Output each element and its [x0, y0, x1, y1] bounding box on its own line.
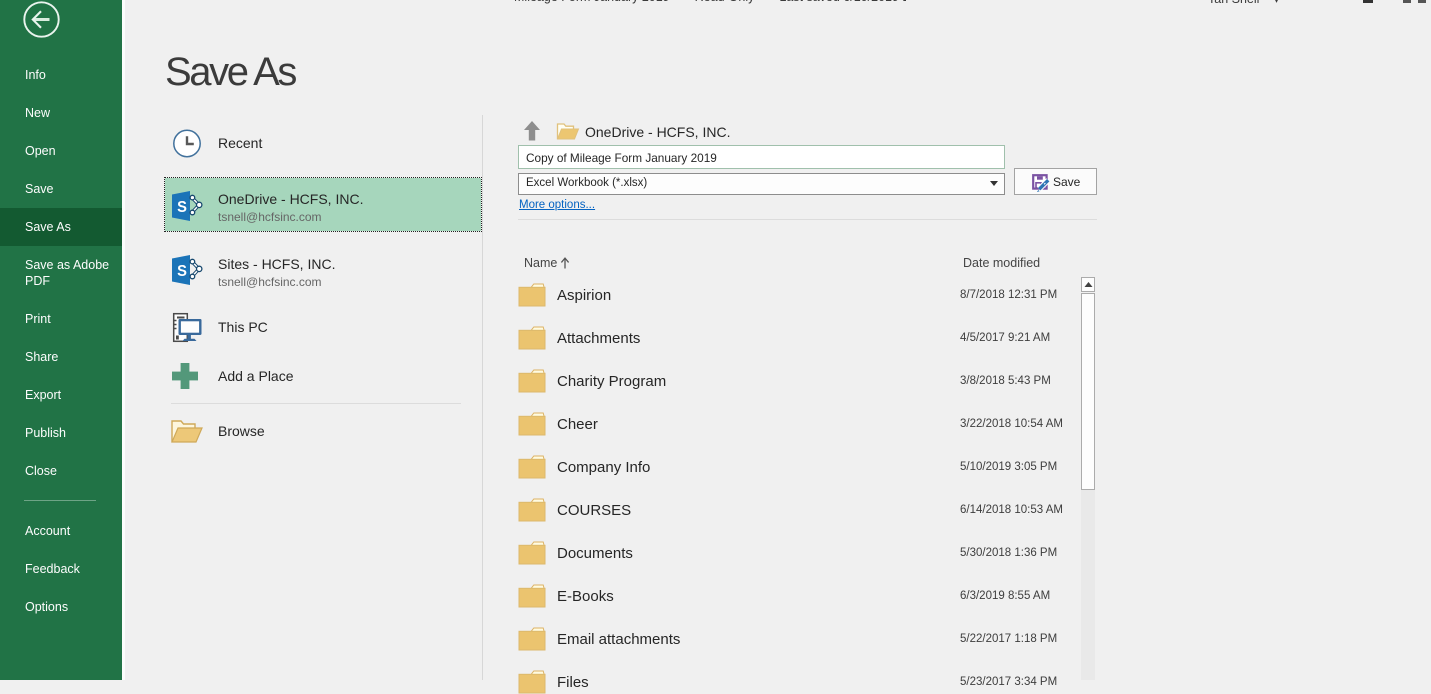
svg-text:S: S	[177, 198, 187, 216]
svg-text:S: S	[177, 262, 187, 280]
